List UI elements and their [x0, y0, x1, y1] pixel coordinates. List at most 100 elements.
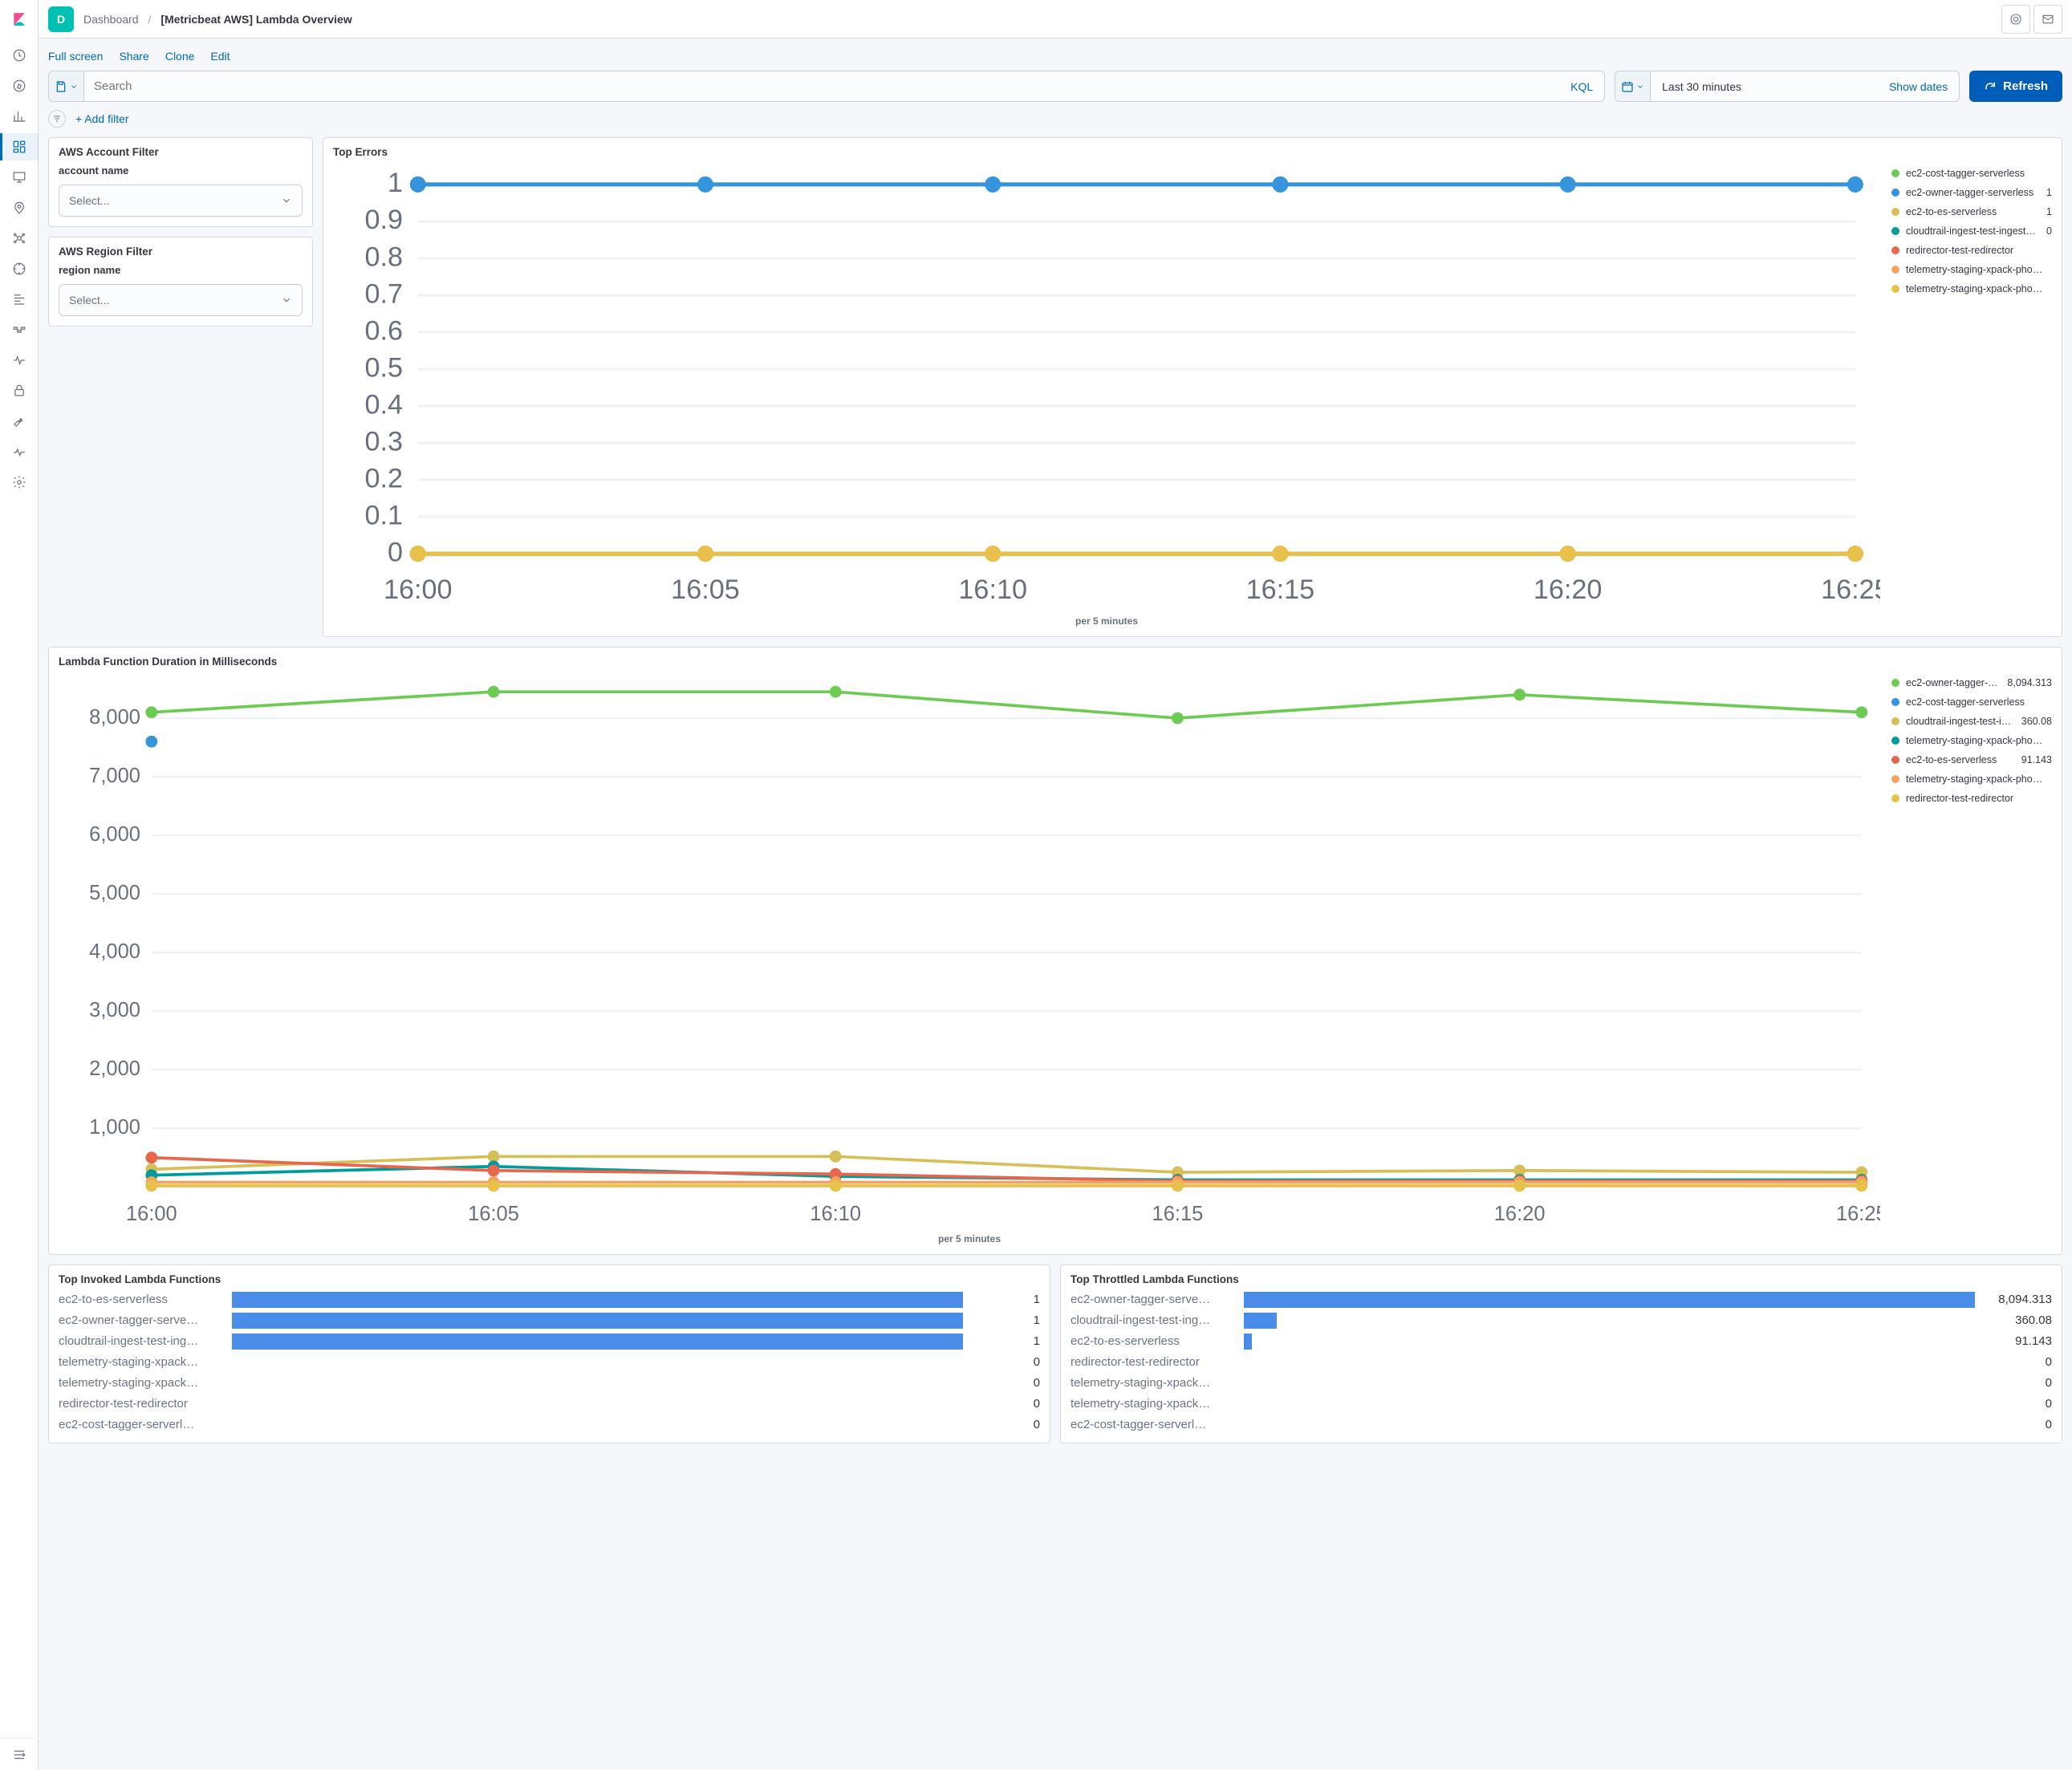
row-label: redirector-test-redirector: [59, 1397, 227, 1411]
chart-errors: 00.10.20.30.40.50.60.70.80.9116:0016:051…: [333, 164, 1880, 614]
legend-value: 1: [2046, 206, 2052, 217]
select-placeholder: Select...: [69, 294, 110, 307]
legend-item[interactable]: ec2-to-es-serverless 91.143: [1891, 754, 2052, 765]
panel-top-errors: Top Errors 00.10.20.30.40.50.60.70.80.91…: [323, 137, 2062, 637]
filter-options-icon[interactable]: [48, 110, 66, 128]
row-bar: [1244, 1292, 1975, 1308]
nav-collapse-icon[interactable]: [0, 1738, 39, 1770]
legend-swatch: [1891, 794, 1899, 802]
link-clone[interactable]: Clone: [165, 50, 195, 63]
table-throttled: ec2-owner-tagger-serve… 8,094.313 cloudt…: [1071, 1292, 2052, 1433]
svg-text:16:10: 16:10: [958, 574, 1027, 605]
table-row: telemetry-staging-xpack… 0: [59, 1354, 1040, 1370]
legend-item[interactable]: redirector-test-redirector: [1891, 793, 2052, 804]
kibana-logo[interactable]: [0, 0, 39, 39]
nav-discover-icon[interactable]: [0, 72, 39, 99]
row-label: ec2-owner-tagger-serve…: [1071, 1293, 1239, 1306]
legend-item[interactable]: telemetry-staging-xpack-pho…: [1891, 735, 2052, 746]
row-bar: [232, 1292, 963, 1308]
legend-item[interactable]: ec2-owner-tagger-serverless 1: [1891, 187, 2052, 198]
svg-text:8,000: 8,000: [89, 706, 140, 729]
svg-text:5,000: 5,000: [89, 882, 140, 904]
link-fullscreen[interactable]: Full screen: [48, 50, 103, 63]
legend-label: telemetry-staging-xpack-pho…: [1906, 283, 2046, 294]
refresh-button[interactable]: Refresh: [1969, 71, 2062, 102]
svg-text:1: 1: [388, 168, 403, 198]
refresh-label: Refresh: [2003, 79, 2048, 93]
nav-rail: [0, 0, 39, 1770]
nav-devtools-icon[interactable]: [0, 408, 39, 435]
account-select[interactable]: Select...: [59, 185, 303, 217]
row-value: 8,094.313: [1980, 1293, 2052, 1306]
link-edit[interactable]: Edit: [210, 50, 230, 63]
nav-metrics-icon[interactable]: [0, 255, 39, 282]
legend-swatch: [1891, 717, 1899, 725]
nav-ml-icon[interactable]: [0, 225, 39, 252]
row-label: telemetry-staging-xpack…: [1071, 1376, 1239, 1390]
query-bar: KQL: [48, 71, 1605, 102]
time-range[interactable]: Last 30 minutes: [1651, 71, 1878, 101]
x-axis-caption: per 5 minutes: [59, 1233, 1880, 1244]
legend-item[interactable]: ec2-cost-tagger-serverless: [1891, 696, 2052, 708]
nav-siem-icon[interactable]: [0, 377, 39, 404]
field-label: region name: [59, 264, 303, 276]
breadcrumb-current: [Metricbeat AWS] Lambda Overview: [160, 13, 351, 26]
svg-text:0: 0: [388, 537, 403, 567]
legend-label: ec2-cost-tagger-serverless: [1906, 696, 2046, 708]
nav-management-icon[interactable]: [0, 469, 39, 496]
legend-item[interactable]: ec2-cost-tagger-serverless: [1891, 168, 2052, 179]
legend-swatch: [1891, 756, 1899, 764]
legend-item[interactable]: ec2-owner-tagger-… 8,094.313: [1891, 677, 2052, 688]
legend-swatch: [1891, 679, 1899, 687]
nav-logs-icon[interactable]: [0, 286, 39, 313]
row-value: 0: [968, 1355, 1040, 1369]
mail-icon[interactable]: [2033, 5, 2062, 34]
legend-swatch: [1891, 266, 1899, 274]
nav-monitoring-icon[interactable]: [0, 438, 39, 465]
breadcrumb-root[interactable]: Dashboard: [83, 13, 139, 26]
legend-item[interactable]: telemetry-staging-xpack-pho…: [1891, 283, 2052, 294]
legend-item[interactable]: telemetry-staging-xpack-pho…: [1891, 264, 2052, 275]
legend-item[interactable]: redirector-test-redirector: [1891, 245, 2052, 256]
search-input[interactable]: [84, 71, 1559, 101]
row-label: telemetry-staging-xpack…: [59, 1376, 227, 1390]
legend-label: ec2-owner-tagger-serverless: [1906, 187, 2040, 198]
nav-apm-icon[interactable]: [0, 316, 39, 343]
panel-top-throttled: Top Throttled Lambda Functions ec2-owner…: [1060, 1265, 2062, 1443]
kql-toggle[interactable]: KQL: [1559, 71, 1604, 101]
row-value: 0: [1980, 1418, 2052, 1431]
svg-text:3,000: 3,000: [89, 999, 140, 1021]
row-bar: [1244, 1313, 1975, 1329]
add-filter-button[interactable]: + Add filter: [75, 112, 129, 125]
nav-maps-icon[interactable]: [0, 194, 39, 221]
link-share[interactable]: Share: [119, 50, 148, 63]
saved-query-button[interactable]: [49, 71, 84, 101]
nav-canvas-icon[interactable]: [0, 164, 39, 191]
legend-item[interactable]: cloudtrail-ingest-test-i… 360.08: [1891, 716, 2052, 727]
table-invoked: ec2-to-es-serverless 1 ec2-owner-tagger-…: [59, 1292, 1040, 1433]
legend-item[interactable]: telemetry-staging-xpack-pho…: [1891, 773, 2052, 785]
calendar-icon[interactable]: [1615, 71, 1651, 101]
newsfeed-icon[interactable]: [2001, 5, 2030, 34]
show-dates-link[interactable]: Show dates: [1878, 71, 1959, 101]
nav-uptime-icon[interactable]: [0, 347, 39, 374]
row-label: ec2-owner-tagger-serve…: [59, 1313, 227, 1327]
select-placeholder: Select...: [69, 194, 110, 207]
panel-duration: Lambda Function Duration in Milliseconds…: [48, 647, 2062, 1255]
legend-item[interactable]: cloudtrail-ingest-test-ingest… 0: [1891, 225, 2052, 237]
table-row: ec2-owner-tagger-serve… 8,094.313: [1071, 1292, 2052, 1308]
nav-dashboard-icon[interactable]: [0, 133, 39, 160]
nav-visualize-icon[interactable]: [0, 103, 39, 130]
region-select[interactable]: Select...: [59, 284, 303, 316]
legend-label: ec2-to-es-serverless: [1906, 754, 2015, 765]
svg-text:16:15: 16:15: [1152, 1203, 1204, 1225]
chevron-down-icon: [281, 294, 292, 306]
legend-item[interactable]: ec2-to-es-serverless 1: [1891, 206, 2052, 217]
legend-swatch: [1891, 227, 1899, 235]
svg-text:16:25: 16:25: [1821, 574, 1880, 605]
row-value: 360.08: [1980, 1313, 2052, 1327]
nav-recent-icon[interactable]: [0, 42, 39, 69]
row-bar: [1244, 1396, 1975, 1412]
table-row: ec2-to-es-serverless 91.143: [1071, 1334, 2052, 1350]
panel-title: AWS Account Filter: [59, 146, 303, 158]
